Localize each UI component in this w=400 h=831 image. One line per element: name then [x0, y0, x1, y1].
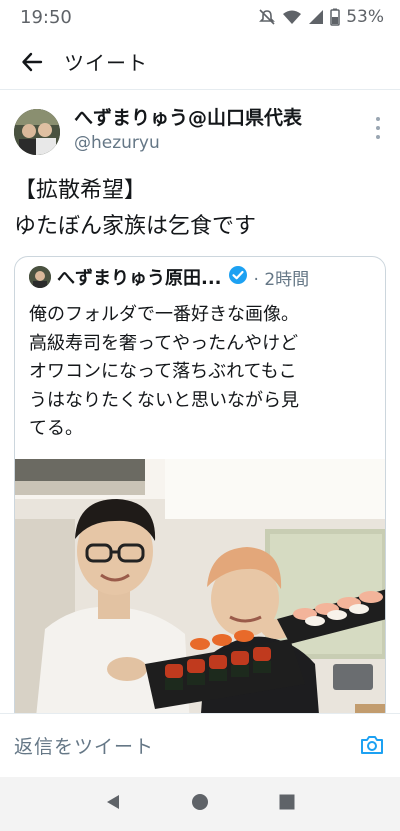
- system-nav-bar: [0, 777, 400, 831]
- signal-icon: [308, 8, 324, 26]
- tweet-text-line: ゆたぼん家族は乞食です: [14, 214, 257, 239]
- quoted-tweet-header: へずまりゅう原田... · 2時間: [15, 257, 385, 297]
- back-button[interactable]: [0, 34, 64, 90]
- tweet-author-row: へずまりゅう@山口県代表 @hezuryu: [0, 91, 400, 165]
- battery-icon: [330, 8, 340, 26]
- reply-bar[interactable]: 返信をツイート: [0, 713, 400, 777]
- tweet-text: 【拡散希望】 ゆたぼん家族は乞食です: [0, 165, 400, 245]
- status-time: 19:50: [20, 6, 72, 28]
- nav-back-icon[interactable]: [104, 793, 122, 815]
- quoted-text-line: うはなりたくないと思いながら見: [29, 389, 299, 411]
- quoted-text-line: 俺のフォルダで一番好きな画像。: [29, 304, 299, 325]
- verified-badge-icon: [228, 265, 248, 289]
- author-name[interactable]: へずまりゅう@山口県代表: [74, 103, 302, 130]
- app-bar: ツイート: [0, 34, 400, 90]
- quoted-author-name: へずまりゅう原田...: [57, 268, 222, 289]
- dot-icon: [376, 117, 380, 121]
- reply-input[interactable]: 返信をツイート: [14, 732, 154, 759]
- mute-icon: [258, 8, 276, 26]
- status-icons: 53%: [258, 7, 384, 27]
- battery-percent: 53%: [346, 7, 384, 27]
- tweet: へずまりゅう@山口県代表 @hezuryu 【拡散希望】 ゆたぼん家族は乞食です: [0, 91, 400, 245]
- status-bar: 19:50 53%: [0, 0, 400, 34]
- back-arrow-icon: [22, 52, 43, 71]
- page-title: ツイート: [64, 51, 148, 75]
- nav-home-icon[interactable]: [191, 793, 209, 815]
- more-options-button[interactable]: [374, 117, 382, 139]
- quoted-text-line: てる。: [29, 418, 83, 439]
- quoted-text-line: オワコンになって落ちぶれてもこ: [29, 361, 297, 382]
- author-handle[interactable]: @hezuryu: [74, 133, 160, 153]
- tweet-text-line: 【拡散希望】: [14, 178, 147, 203]
- quoted-avatar: [29, 266, 51, 288]
- nav-recents-icon[interactable]: [278, 793, 296, 815]
- wifi-icon: [282, 8, 302, 26]
- camera-icon[interactable]: [360, 734, 384, 760]
- tweet-photo[interactable]: [15, 459, 385, 725]
- quoted-time-value: 2時間: [264, 269, 310, 290]
- avatar[interactable]: [14, 109, 60, 155]
- quoted-tweet-text: 俺のフォルダで一番好きな画像。 高級寿司を奢ってやったんやけど オワコンになって…: [15, 297, 385, 444]
- quoted-text-line: 高級寿司を奢ってやったんやけど: [29, 332, 299, 354]
- dot-icon: [376, 135, 380, 139]
- dot-icon: [376, 126, 380, 130]
- quoted-tweet[interactable]: へずまりゅう原田... · 2時間 俺のフォルダで一番好きな画像。 高級寿司を奢…: [14, 256, 386, 726]
- quoted-tweet-time: · 2時間: [253, 269, 310, 290]
